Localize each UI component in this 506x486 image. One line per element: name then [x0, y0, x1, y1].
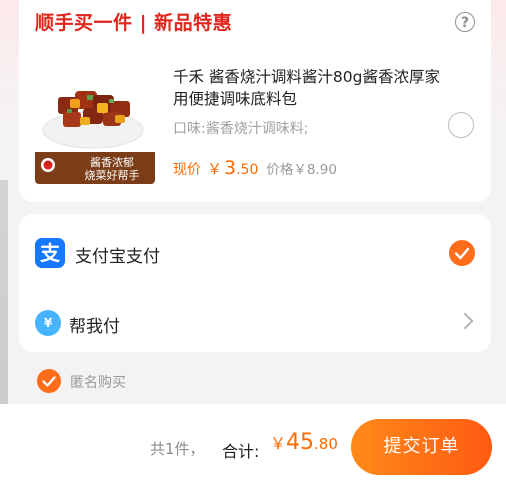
help-me-pay-label: 帮我付 [69, 317, 120, 337]
product-name[interactable]: 千禾 酱香烧汁调料酱汁80g酱香浓厚家用便捷调味底料包 [173, 66, 448, 110]
add-product-radio[interactable] [448, 112, 474, 138]
alipay-label: 支付宝支付 [75, 247, 160, 267]
check-icon [454, 247, 470, 260]
deal-title: 顺手买一件 | 新品特惠 [35, 12, 233, 34]
now-price-currency: ￥ [207, 160, 223, 178]
original-price: 价格￥8.90 [266, 162, 337, 178]
anonymous-checkbox[interactable] [37, 369, 61, 393]
product-image-caption-line2: 烧菜好帮手 [84, 169, 140, 182]
check-icon [42, 376, 56, 387]
product-flavor: 口味:酱香烧汁调味料; [173, 121, 309, 137]
help-pay-icon: ¥ [35, 310, 61, 336]
now-price-label: 现价 [173, 162, 201, 178]
total-decimal: .80 [314, 435, 338, 453]
now-price-decimal: .50 [236, 162, 259, 178]
deal-card: 顺手买一件 | 新品特惠 ? 酱香浓郁 烧菜好帮手 千禾 酱香烧汁调料酱汁80g… [19, 0, 491, 202]
now-price-integer: 3 [224, 157, 237, 179]
question-circle-icon[interactable]: ? [455, 12, 475, 32]
total-label: 合计: [222, 442, 260, 461]
alipay-selected-radio[interactable] [449, 240, 475, 266]
alipay-icon: 支 [35, 238, 65, 268]
product-image-caption: 酱香浓郁 烧菜好帮手 [73, 156, 151, 182]
item-count: 共1件， [150, 440, 205, 458]
total-currency: ￥ [270, 434, 287, 453]
checkout-bar: 共1件， 合计: ￥45.80 提交订单 [0, 404, 506, 486]
product-image-caption-line1: 酱香浓郁 [90, 156, 134, 169]
anonymous-purchase-label[interactable]: 匿名购买 [70, 372, 126, 392]
total-integer: 45 [286, 430, 315, 455]
payment-method-card: 支 支付宝支付 ¥ 帮我付 [19, 214, 491, 352]
price-row: 现价 ￥ 3 .50 价格￥8.90 [173, 157, 337, 183]
total-price: ￥45.80 [270, 430, 338, 455]
payment-option-alipay[interactable]: 支 支付宝支付 [19, 222, 491, 286]
payment-option-help-me-pay[interactable]: ¥ 帮我付 [19, 290, 491, 354]
chevron-right-icon [456, 312, 474, 330]
product-image[interactable]: 酱香浓郁 烧菜好帮手 [35, 64, 155, 184]
submit-order-button[interactable]: 提交订单 [351, 419, 492, 475]
